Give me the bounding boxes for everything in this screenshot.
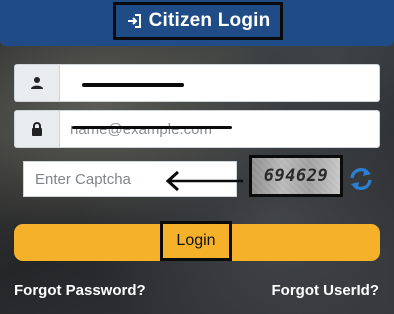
redaction-mark (82, 83, 184, 87)
page-title: Citizen Login (113, 2, 283, 40)
email-input[interactable] (60, 111, 379, 147)
redaction-mark (72, 126, 232, 129)
refresh-captcha-button[interactable] (346, 165, 376, 193)
left-arrow-icon (165, 170, 243, 192)
sign-in-icon (126, 13, 142, 29)
forgot-userid-link[interactable]: Forgot UserId? (272, 282, 380, 299)
email-field (14, 110, 380, 148)
username-field (14, 64, 380, 102)
captcha-text: 694629 (263, 166, 329, 186)
refresh-icon (350, 168, 372, 190)
login-button[interactable]: Login (160, 221, 232, 261)
lock-icon (15, 111, 60, 147)
captcha-image: 694629 (249, 155, 343, 197)
forgot-password-link[interactable]: Forgot Password? (14, 282, 146, 299)
page-title-text: Citizen Login (148, 10, 271, 31)
user-icon (15, 65, 60, 101)
